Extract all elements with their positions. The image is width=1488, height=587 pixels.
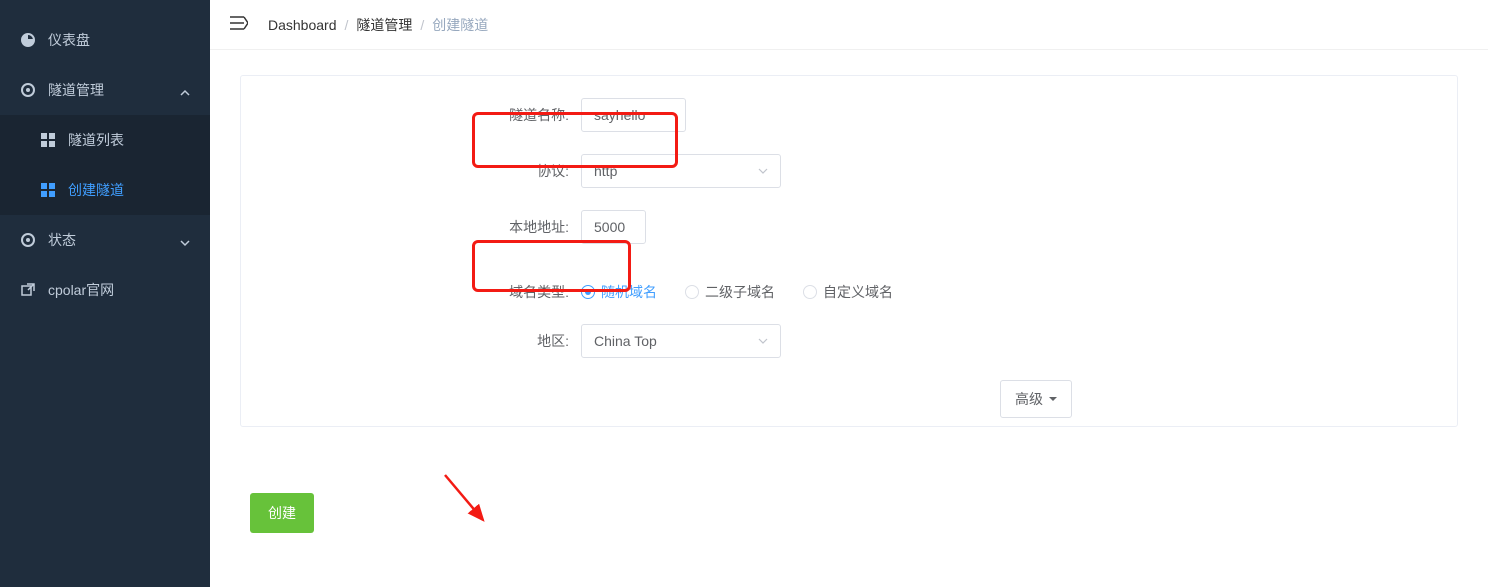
row-protocol: 协议: http bbox=[241, 154, 1457, 188]
sidebar-label-create-tunnel: 创建隧道 bbox=[68, 180, 124, 200]
breadcrumb-create-tunnel: 创建隧道 bbox=[432, 15, 488, 35]
breadcrumb-dashboard[interactable]: Dashboard bbox=[268, 17, 337, 33]
sidebar-label-tunnel-list: 隧道列表 bbox=[68, 130, 124, 150]
sidebar-label-dashboard: 仪表盘 bbox=[48, 30, 90, 50]
protocol-value: http bbox=[594, 163, 617, 179]
breadcrumb: Dashboard / 隧道管理 / 创建隧道 bbox=[268, 15, 488, 35]
sidebar-item-dashboard[interactable]: 仪表盘 bbox=[0, 15, 210, 65]
sidebar-item-cpolar-site[interactable]: cpolar官网 bbox=[0, 265, 210, 315]
breadcrumb-sep: / bbox=[420, 17, 424, 33]
sidebar-item-tunnel-list[interactable]: 隧道列表 bbox=[0, 115, 210, 165]
radio-sub-domain[interactable]: 二级子域名 bbox=[685, 282, 775, 302]
chevron-down-icon bbox=[180, 235, 190, 245]
form-content: 隧道名称: 协议: http 本地地址: bbox=[210, 50, 1488, 587]
sidebar-submenu: 隧道列表 创建隧道 bbox=[0, 115, 210, 215]
radio-label-random: 随机域名 bbox=[601, 282, 657, 302]
sidebar-item-status[interactable]: 状态 bbox=[0, 215, 210, 265]
grid-icon bbox=[40, 182, 56, 198]
breadcrumb-tunnel-mgmt[interactable]: 隧道管理 bbox=[356, 15, 412, 35]
radio-label-custom: 自定义域名 bbox=[823, 282, 893, 302]
advanced-row: 高级 bbox=[241, 380, 1457, 418]
radio-random-domain[interactable]: 随机域名 bbox=[581, 282, 657, 302]
chevron-down-icon bbox=[758, 333, 768, 349]
radio-custom-domain[interactable]: 自定义域名 bbox=[803, 282, 893, 302]
row-tunnel-name: 隧道名称: bbox=[241, 98, 1457, 132]
advanced-button[interactable]: 高级 bbox=[1000, 380, 1072, 418]
status-icon bbox=[20, 232, 36, 248]
grid-icon bbox=[40, 132, 56, 148]
dashboard-icon bbox=[20, 32, 36, 48]
tunnel-name-input[interactable] bbox=[581, 98, 686, 132]
local-addr-label: 本地地址: bbox=[241, 217, 581, 237]
caret-down-icon bbox=[1049, 395, 1057, 403]
chevron-down-icon bbox=[758, 163, 768, 179]
sidebar-label-tunnel-mgmt: 隧道管理 bbox=[48, 80, 104, 100]
row-domain-type: 域名类型: 随机域名 二级子域名 自定义域名 bbox=[241, 282, 1457, 302]
radio-circle bbox=[803, 285, 817, 299]
protocol-select[interactable]: http bbox=[581, 154, 781, 188]
sidebar-item-tunnel-mgmt[interactable]: 隧道管理 bbox=[0, 65, 210, 115]
row-local-addr: 本地地址: bbox=[241, 210, 1457, 244]
chevron-up-icon bbox=[180, 85, 190, 95]
row-region: 地区: China Top bbox=[241, 324, 1457, 358]
tunnel-icon bbox=[20, 82, 36, 98]
local-addr-input[interactable] bbox=[581, 210, 646, 244]
sidebar-label-cpolar-site: cpolar官网 bbox=[48, 280, 114, 300]
menu-toggle-icon[interactable] bbox=[230, 15, 248, 34]
domain-type-label: 域名类型: bbox=[241, 282, 581, 302]
create-button[interactable]: 创建 bbox=[250, 493, 314, 533]
protocol-label: 协议: bbox=[241, 161, 581, 181]
region-value: China Top bbox=[594, 333, 657, 349]
topbar: Dashboard / 隧道管理 / 创建隧道 bbox=[210, 0, 1488, 50]
breadcrumb-sep: / bbox=[345, 17, 349, 33]
annotation-arrow bbox=[435, 470, 505, 543]
region-label: 地区: bbox=[241, 331, 581, 351]
sidebar: 仪表盘 隧道管理 隧道列表 bbox=[0, 0, 210, 587]
main-content: Dashboard / 隧道管理 / 创建隧道 隧道名称: 协议: http bbox=[210, 0, 1488, 587]
sidebar-item-create-tunnel[interactable]: 创建隧道 bbox=[0, 165, 210, 215]
tunnel-name-label: 隧道名称: bbox=[241, 105, 581, 125]
radio-circle-checked bbox=[581, 285, 595, 299]
advanced-label: 高级 bbox=[1015, 389, 1043, 409]
region-select[interactable]: China Top bbox=[581, 324, 781, 358]
radio-label-sub: 二级子域名 bbox=[705, 282, 775, 302]
radio-circle bbox=[685, 285, 699, 299]
sidebar-label-status: 状态 bbox=[48, 230, 76, 250]
external-link-icon bbox=[20, 282, 36, 298]
domain-radio-group: 随机域名 二级子域名 自定义域名 bbox=[581, 282, 893, 302]
